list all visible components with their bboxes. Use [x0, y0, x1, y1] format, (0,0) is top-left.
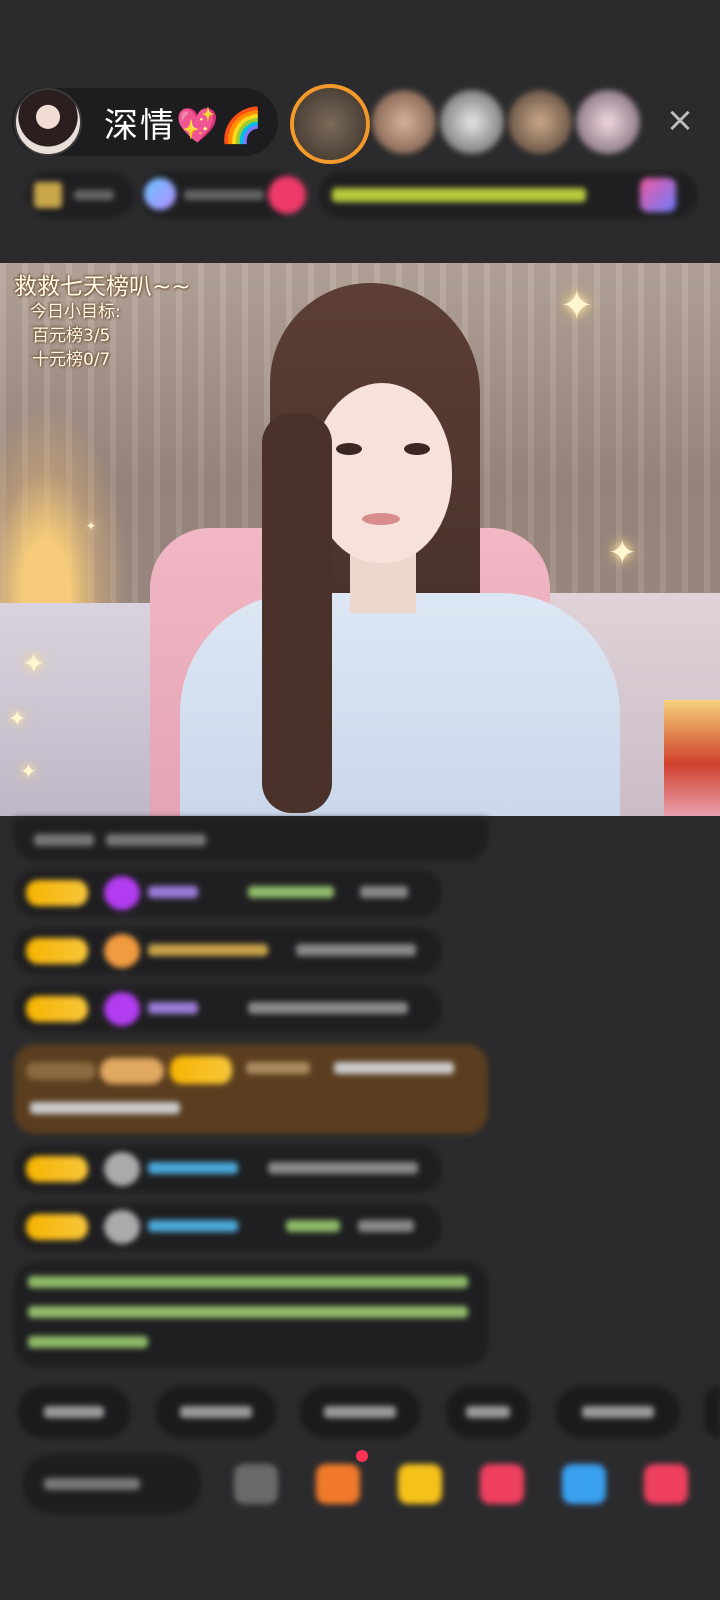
- user-level-badge: [26, 1156, 88, 1182]
- streamer-hair-front: [262, 413, 332, 813]
- heart-icon[interactable]: [480, 1464, 524, 1504]
- top-viewer-avatar-2[interactable]: [372, 90, 436, 154]
- quick-reply-chip[interactable]: [300, 1386, 420, 1438]
- notification-dot: [356, 1450, 368, 1462]
- announcement-strip[interactable]: [318, 172, 698, 218]
- quick-reply-chip[interactable]: [704, 1386, 720, 1438]
- user-level-badge: [26, 996, 88, 1022]
- chat-message[interactable]: [14, 818, 488, 860]
- star-icon: ✦: [22, 647, 46, 680]
- chat-message[interactable]: [14, 1146, 442, 1192]
- star-icon: ✦: [8, 707, 27, 732]
- host-name: 深情💖🌈: [104, 105, 265, 146]
- chat-message[interactable]: [14, 870, 442, 916]
- overlay-goal-1: 百元榜3/5: [32, 326, 111, 346]
- gem-icon: [104, 876, 140, 910]
- user-avatar-icon: [104, 1152, 140, 1186]
- overlay-goal-2: 十元榜0/7: [32, 350, 111, 370]
- user-level-badge: [26, 938, 88, 964]
- top-viewer-avatar-5[interactable]: [576, 90, 640, 154]
- top-viewer-avatar-3[interactable]: [440, 90, 504, 154]
- top-viewer-avatar-4[interactable]: [508, 90, 572, 154]
- top-viewer-avatar-1[interactable]: [290, 84, 370, 164]
- fortune-god-sticker[interactable]: [664, 700, 720, 816]
- host-info-pill[interactable]: 深情💖🌈: [12, 88, 278, 156]
- chat-message[interactable]: [14, 986, 442, 1032]
- chat-message[interactable]: [14, 928, 442, 974]
- streamer-shirt: [180, 593, 620, 816]
- quick-reply-chip[interactable]: [556, 1386, 680, 1438]
- gem-icon: [104, 992, 140, 1026]
- streamer-face: [312, 383, 452, 563]
- quick-reply-chip[interactable]: [156, 1386, 276, 1438]
- star-icon: ✦: [608, 533, 637, 573]
- quick-reply-chip[interactable]: [446, 1386, 530, 1438]
- user-level-badge: [26, 880, 88, 906]
- host-avatar[interactable]: [14, 88, 82, 156]
- user-level-badge: [170, 1056, 232, 1084]
- treasure-icon[interactable]: [398, 1464, 442, 1504]
- streamer-eye-right: [404, 443, 430, 455]
- overlay-subtitle: 今日小目标:: [30, 302, 121, 322]
- star-icon: ✦: [20, 759, 37, 783]
- gift-icon[interactable]: [644, 1464, 688, 1504]
- streamer-lips: [362, 513, 400, 525]
- highlight-chat-message[interactable]: [14, 1044, 488, 1134]
- gift-box-icon[interactable]: [316, 1464, 360, 1504]
- fan-badge-icon: [104, 934, 140, 968]
- fans-chip[interactable]: [140, 172, 306, 218]
- rank-chip[interactable]: [26, 172, 134, 218]
- system-notice-message: [14, 1262, 488, 1366]
- quick-reply-chip[interactable]: [18, 1386, 130, 1438]
- emoji-icon[interactable]: [234, 1464, 278, 1504]
- stream-video[interactable]: ✦ ✦ ✦ ✦ ✦ ✦ 救救七天榜叭~~ 今日小目标: 百元榜3/5 十元榜0/…: [0, 263, 720, 816]
- chat-message[interactable]: [14, 1204, 442, 1250]
- streamer-eye-left: [336, 443, 362, 455]
- overlay-title: 救救七天榜叭~~: [14, 274, 191, 300]
- user-avatar-icon: [104, 1210, 140, 1244]
- chat-input[interactable]: [22, 1454, 202, 1514]
- user-level-badge: [26, 1214, 88, 1240]
- game-controller-icon[interactable]: [562, 1464, 606, 1504]
- star-icon: ✦: [86, 519, 97, 533]
- star-icon: ✦: [560, 283, 594, 329]
- close-icon[interactable]: ×: [660, 100, 700, 140]
